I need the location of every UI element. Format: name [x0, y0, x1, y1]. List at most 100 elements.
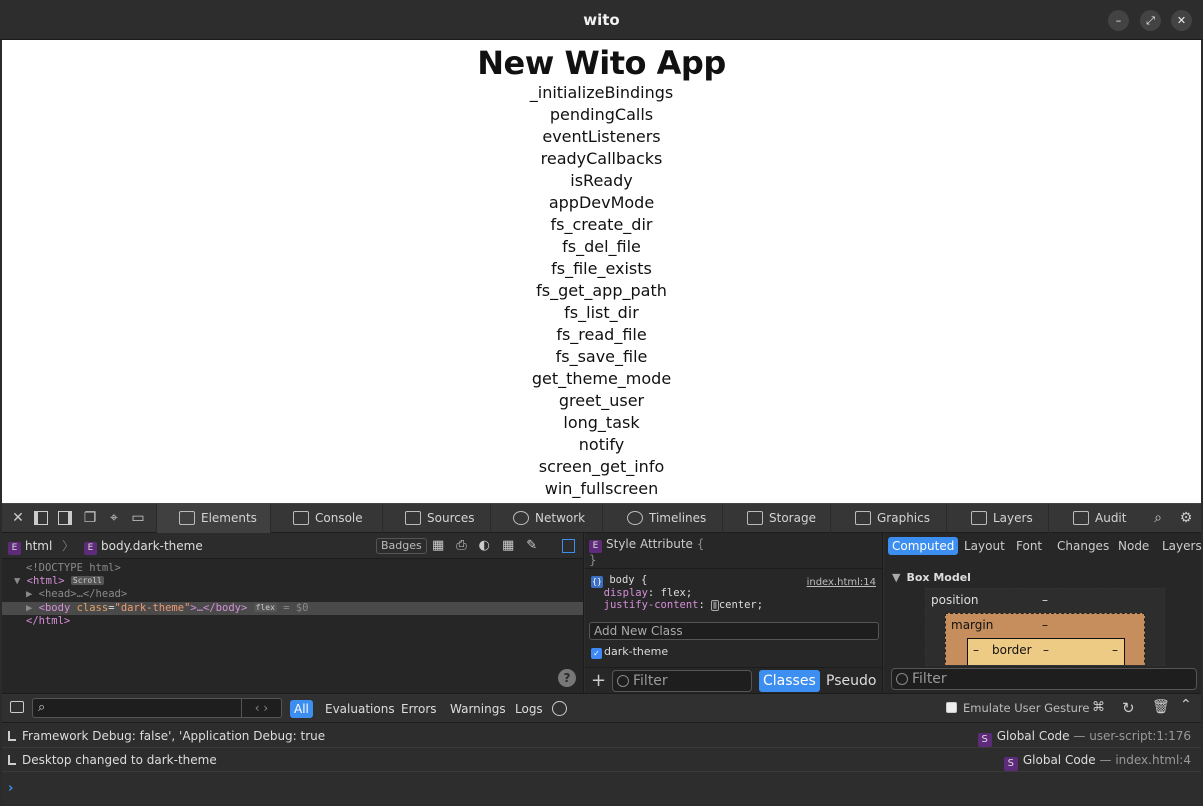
css-value[interactable]: center	[719, 599, 757, 611]
margin-box: margin – – border – –	[945, 613, 1145, 665]
search-icon[interactable]: ⌕	[1150, 510, 1166, 526]
dock-left-icon[interactable]	[34, 511, 48, 525]
disclosure-open-icon[interactable]: ▼	[14, 575, 27, 587]
console-prompt[interactable]: ›	[8, 781, 13, 796]
filter-options-icon[interactable]	[552, 701, 567, 716]
filter-evaluations[interactable]: Evaluations	[321, 700, 399, 718]
console-message[interactable]: Framework Debug: false', 'Application De…	[2, 724, 1201, 748]
tab-font[interactable]: Font	[1012, 537, 1046, 555]
emulate-user-gesture[interactable]: Emulate User Gesture	[946, 701, 1089, 715]
css-property[interactable]: justify-content	[604, 599, 699, 611]
message-location[interactable]: S Global Code — user-script:1:176	[977, 724, 1191, 748]
filter-all[interactable]: All	[290, 700, 313, 718]
pseudo-button[interactable]: Pseudo	[822, 670, 880, 692]
tab-sources[interactable]: Sources	[382, 504, 490, 533]
element-toolbar-icons[interactable]: ▦⎙◐▦✎	[432, 533, 549, 559]
gear-icon[interactable]: ⚙	[1178, 510, 1194, 526]
tab-audit[interactable]: Audit	[1048, 504, 1144, 533]
dom-body-node[interactable]: ▶ <body class="dark-theme">…</body> flex…	[2, 601, 583, 615]
border-right-value[interactable]: –	[1112, 643, 1118, 657]
device-settings-icon[interactable]: ▭	[130, 510, 146, 526]
disclosure-open-icon[interactable]: ▼	[892, 571, 900, 584]
tab-elements[interactable]: Elements	[156, 504, 270, 533]
dock-right-icon[interactable]	[58, 511, 72, 525]
dom-html-node[interactable]: ▼ <html> Scroll	[2, 575, 583, 588]
body-attr-value: "dark-theme"	[114, 601, 191, 614]
tab-graphics[interactable]: Graphics	[830, 504, 946, 533]
function-item: _initializeBindings	[529, 83, 674, 102]
brace: }	[589, 553, 597, 567]
tab-changes[interactable]: Changes	[1053, 537, 1113, 555]
tab-timelines[interactable]: Timelines	[602, 504, 722, 533]
filter-logs[interactable]: Logs	[511, 700, 547, 718]
help-icon[interactable]: ?	[558, 669, 576, 687]
filter-placeholder: Filter	[912, 671, 947, 687]
checkbox-checked-icon[interactable]: ✓	[591, 648, 602, 659]
tab-layout[interactable]: Layout	[960, 537, 1009, 555]
tab-label: Sources	[427, 511, 475, 525]
style-attribute-label: Style Attribute	[606, 537, 693, 551]
message-src[interactable]: — user-script:1:176	[1073, 729, 1191, 743]
class-toggle[interactable]: ✓ dark-theme	[591, 645, 668, 659]
box-model-header[interactable]: ▼ Box Model	[892, 571, 971, 584]
dom-html-close[interactable]: </html>	[2, 615, 583, 628]
maximize-icon[interactable]: ⤢	[1140, 10, 1161, 31]
disclosure-closed-icon[interactable]: ▶	[26, 602, 39, 614]
console-drawer-icon[interactable]	[10, 701, 24, 713]
breadcrumb-html[interactable]: html	[25, 539, 52, 553]
filter-warnings[interactable]: Warnings	[446, 700, 510, 718]
minimize-icon[interactable]: –	[1108, 10, 1129, 31]
layers-tab-icon	[971, 511, 987, 525]
flex-editor-icon[interactable]: ⫼	[711, 599, 719, 611]
position-value[interactable]: –	[1042, 593, 1048, 607]
app-viewport: New Wito App _initializeBindings pending…	[2, 40, 1201, 503]
add-class-input[interactable]: Add New Class	[589, 622, 879, 640]
breadcrumb-body[interactable]: body.dark-theme	[101, 539, 203, 553]
message-src[interactable]: — index.html:4	[1100, 753, 1191, 767]
rule-source-link[interactable]: index.html:14	[807, 577, 876, 589]
body-css-rule[interactable]: {} body { index.html:14 display: flex; j…	[585, 569, 882, 617]
tab-computed[interactable]: Computed	[888, 537, 959, 555]
console-message[interactable]: Desktop changed to dark-theme S Global Co…	[2, 748, 1201, 772]
console-search-input[interactable]: ⌕ ‹ ›	[32, 698, 282, 718]
message-text: Desktop changed to dark-theme	[22, 753, 217, 767]
border-top-value[interactable]: –	[1043, 643, 1049, 657]
tab-layers[interactable]: Layers	[946, 504, 1048, 533]
computed-filter-input[interactable]: Filter	[891, 668, 1197, 690]
border-left-value[interactable]: –	[973, 643, 979, 657]
tab-storage[interactable]: Storage	[722, 504, 830, 533]
detach-window-icon[interactable]: ❐	[82, 510, 98, 526]
body-attr-name: class	[76, 601, 109, 614]
disclosure-closed-icon[interactable]: ▶	[26, 588, 39, 600]
margin-value[interactable]: –	[1042, 618, 1048, 632]
evaluate-icon[interactable]: ⌘	[1092, 700, 1105, 715]
css-value[interactable]: flex	[661, 587, 686, 599]
dom-doctype[interactable]: <!DOCTYPE html>	[2, 562, 583, 575]
tab-node[interactable]: Node	[1114, 537, 1153, 555]
search-nav-arrows[interactable]: ‹ ›	[241, 699, 281, 717]
classes-button[interactable]: Classes	[759, 670, 820, 692]
tab-console[interactable]: Console	[270, 504, 382, 533]
tab-label: Storage	[769, 511, 816, 525]
close-icon[interactable]: ✕	[1171, 10, 1192, 31]
tab-network[interactable]: Network	[490, 504, 602, 533]
close-inspector-icon[interactable]: ✕	[10, 510, 26, 526]
style-attribute-rule[interactable]: E Style Attribute { }	[585, 533, 882, 569]
message-location[interactable]: S Global Code — index.html:4	[1003, 748, 1191, 772]
trash-icon[interactable]: 🗑	[1152, 699, 1170, 715]
filter-errors[interactable]: Errors	[397, 700, 441, 718]
storage-tab-icon	[747, 511, 763, 525]
checkbox-icon[interactable]	[946, 702, 957, 713]
add-rule-icon[interactable]: +	[591, 670, 606, 691]
css-property[interactable]: display	[604, 587, 648, 599]
inspect-element-icon[interactable]: ⌖	[106, 510, 122, 526]
console-toolbar: ⌕ ‹ › All Evaluations Errors Warnings Lo…	[2, 693, 1201, 723]
reload-icon[interactable]: ↻	[1122, 699, 1135, 717]
badges-button[interactable]: Badges	[376, 538, 427, 554]
collapse-icon[interactable]: ⌃	[1180, 697, 1192, 713]
styles-filter-input[interactable]: Filter	[612, 670, 752, 692]
function-item: notify	[578, 435, 625, 454]
dom-head-node[interactable]: ▶ <head>…</head>	[2, 588, 583, 601]
sidebar-toggle-icon[interactable]	[562, 539, 575, 553]
tab-layers-sidebar[interactable]: Layers	[1158, 537, 1203, 555]
